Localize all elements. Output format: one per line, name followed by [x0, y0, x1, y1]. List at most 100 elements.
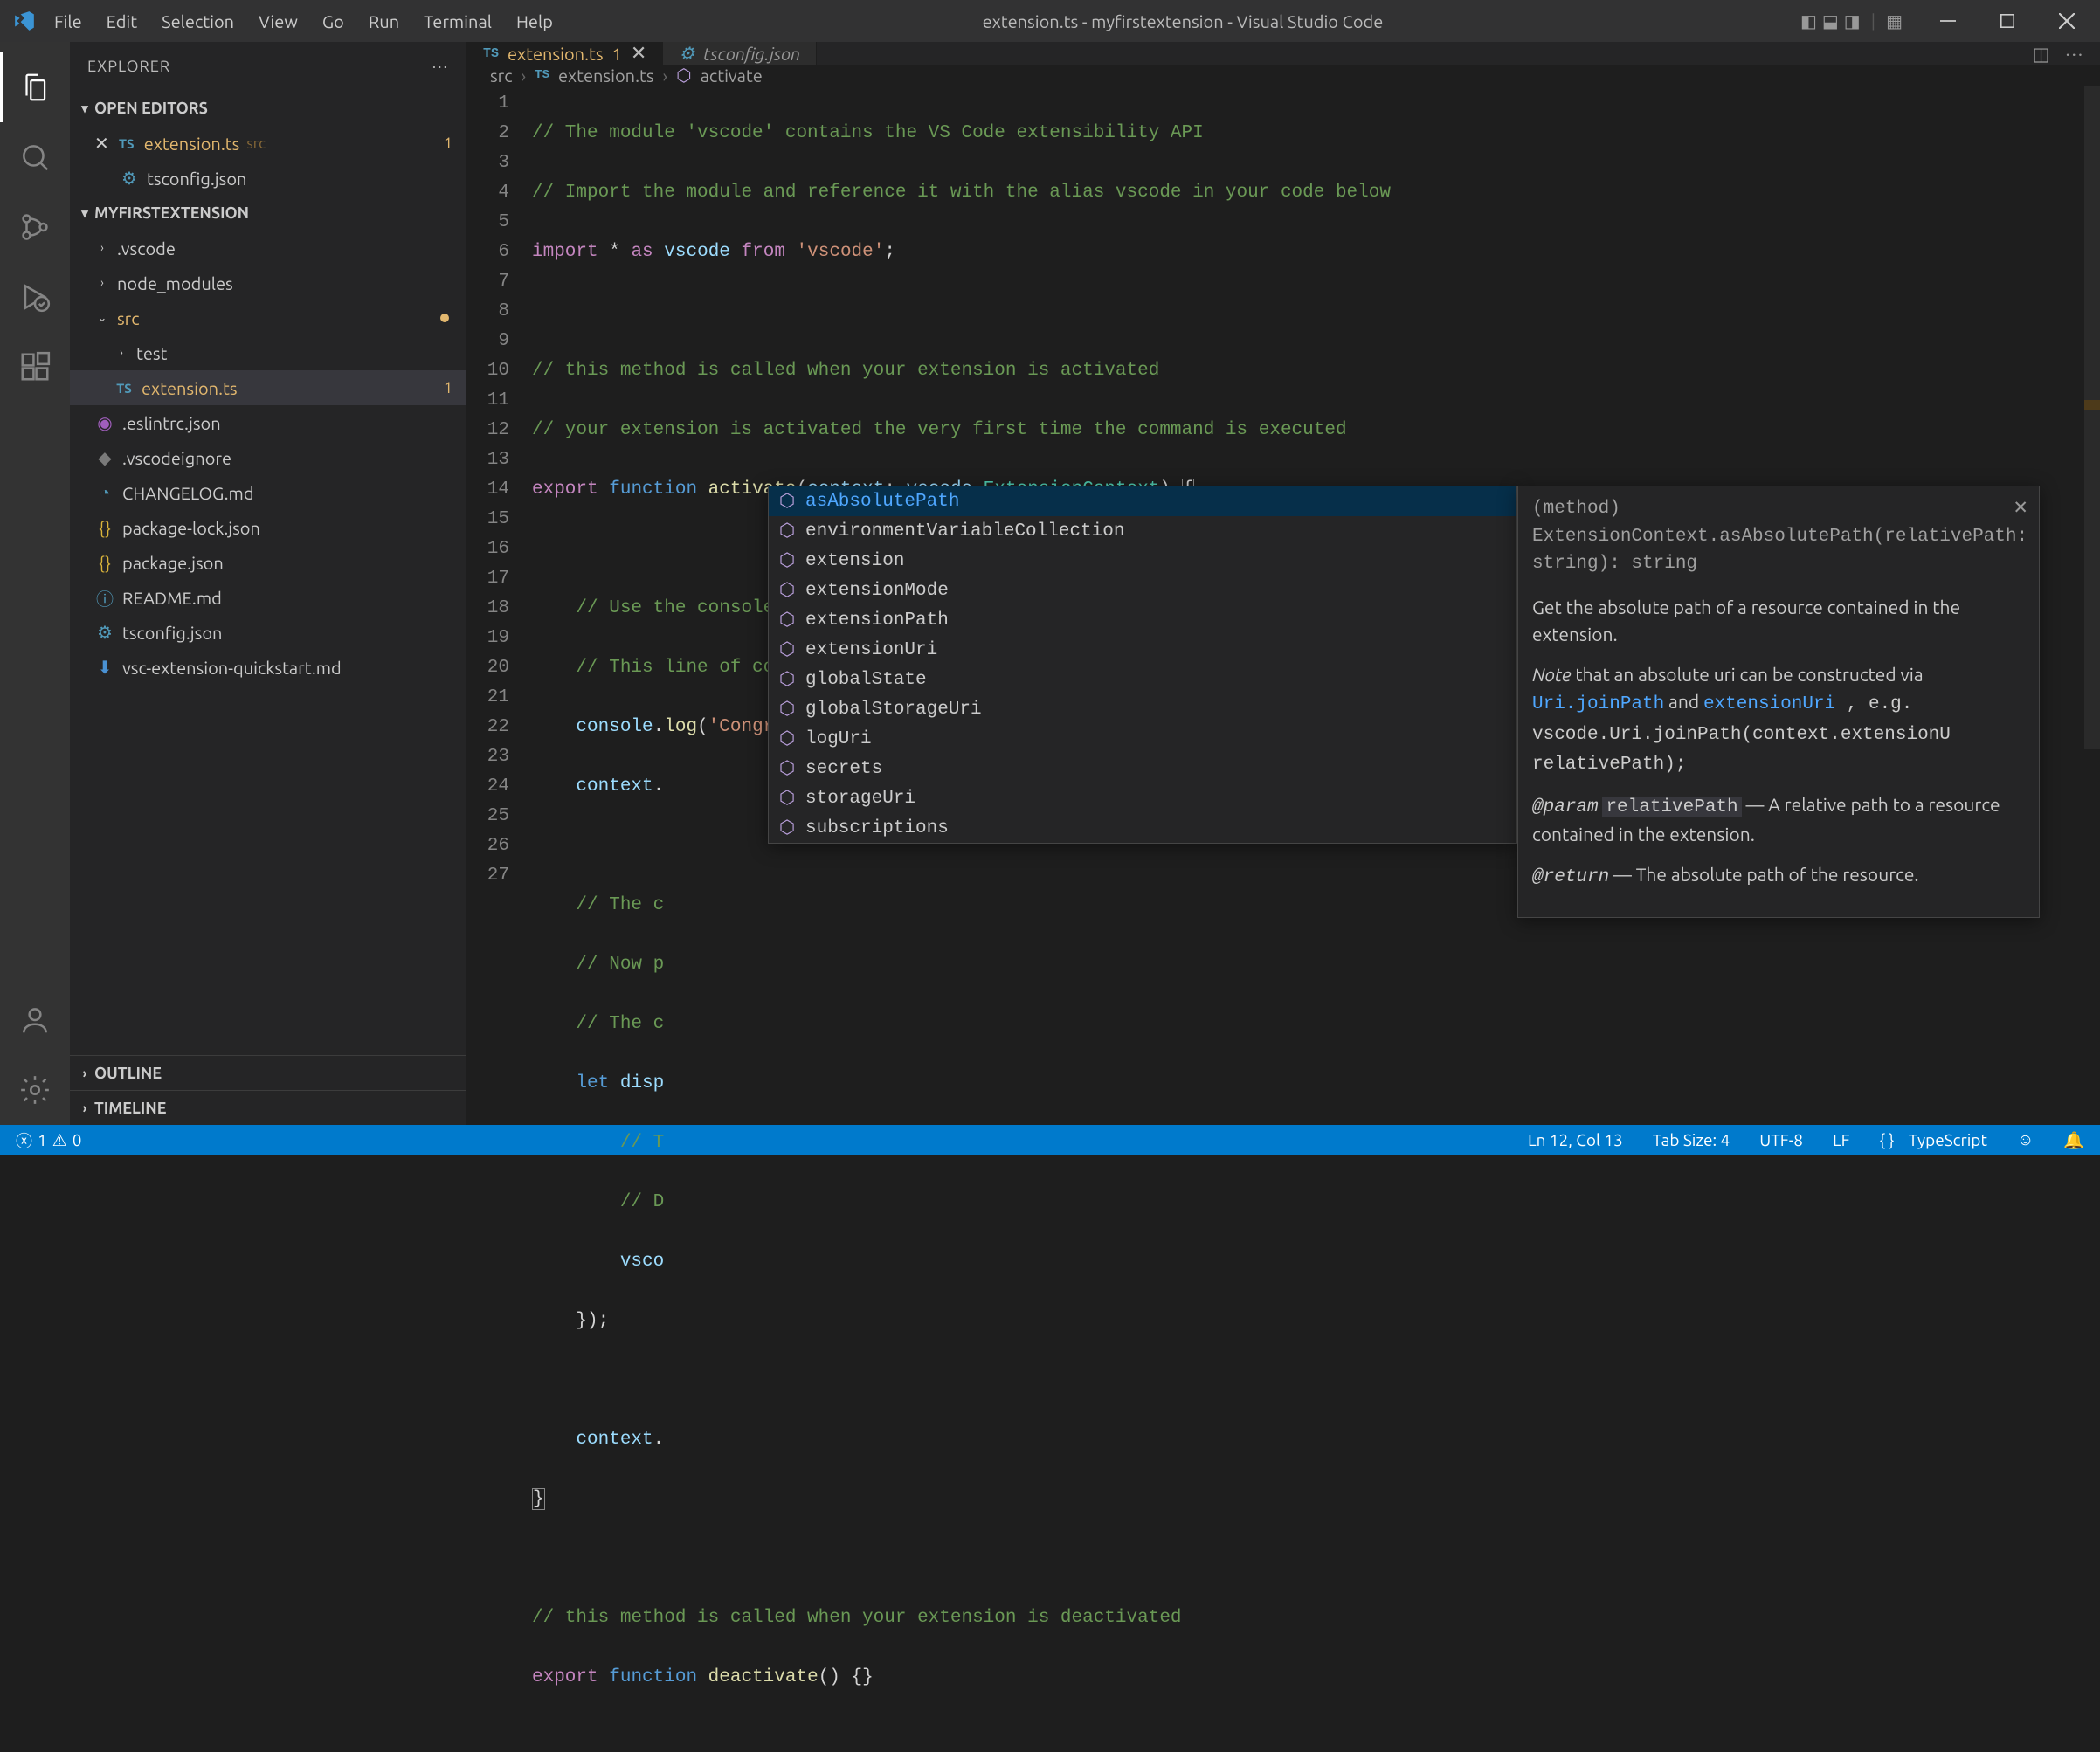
suggest-item[interactable]: ⬡extension: [769, 546, 1516, 576]
status-errors[interactable]: ⓧ1 ⚠0: [10, 1128, 87, 1152]
tree-file[interactable]: {}package.json: [70, 545, 466, 580]
chevron-down-icon: ⌄: [94, 312, 110, 325]
suggest-item[interactable]: ⬡secrets: [769, 754, 1516, 783]
chevron-right-icon: ›: [75, 1100, 94, 1115]
breadcrumb[interactable]: src› TS extension.ts› ⬡ activate: [467, 65, 2100, 86]
menu-bar: File Edit Selection View Go Run Terminal…: [42, 6, 565, 37]
download-icon: ⬇: [94, 657, 115, 678]
menu-terminal[interactable]: Terminal: [411, 6, 504, 37]
typescript-icon: TS: [483, 46, 499, 61]
menu-run[interactable]: Run: [356, 6, 411, 37]
section-project[interactable]: ▾ MYFIRSTEXTENSION: [70, 196, 466, 231]
chevron-down-icon: ▾: [75, 205, 94, 221]
markdown-icon: ◔: [94, 482, 115, 504]
tab-extension-ts[interactable]: TS extension.ts 1 ✕: [467, 42, 663, 65]
dirty-dot-icon: [440, 314, 449, 322]
more-icon[interactable]: ···: [2066, 43, 2085, 64]
section-open-editors[interactable]: ▾ OPEN EDITORS: [70, 91, 466, 126]
tree-file[interactable]: ◔CHANGELOG.md: [70, 475, 466, 510]
activity-extensions-icon[interactable]: [0, 332, 70, 402]
suggest-item[interactable]: ⬡environmentVariableCollection: [769, 516, 1516, 546]
tree-file[interactable]: ⬇vsc-extension-quickstart.md: [70, 650, 466, 685]
activity-scm-icon[interactable]: [0, 192, 70, 262]
menu-edit[interactable]: Edit: [94, 6, 149, 37]
suggest-item[interactable]: ⬡asAbsolutePath: [769, 486, 1516, 516]
property-icon: ⬡: [777, 549, 797, 572]
chevron-right-icon: ›: [94, 242, 110, 254]
suggest-item[interactable]: ⬡extensionMode: [769, 576, 1516, 605]
typescript-icon: TS: [535, 68, 549, 82]
eslint-icon: ◉: [94, 412, 115, 433]
tsconfig-icon: ⚙: [94, 622, 115, 643]
section-timeline[interactable]: ›TIMELINE: [70, 1090, 466, 1125]
editor-group: TS extension.ts 1 ✕ ⚙ tsconfig.json ◫ ··…: [467, 42, 2100, 1125]
menu-view[interactable]: View: [246, 6, 310, 37]
json-icon: {}: [94, 553, 115, 573]
property-icon: ⬡: [777, 787, 797, 810]
layout-right-icon[interactable]: ◨: [1844, 10, 1861, 31]
property-icon: ⬡: [777, 638, 797, 661]
suggest-item[interactable]: ⬡extensionPath: [769, 605, 1516, 635]
tree-folder[interactable]: ›test: [70, 335, 466, 370]
tree-file[interactable]: ⓘREADME.md: [70, 580, 466, 615]
suggest-item[interactable]: ⬡logUri: [769, 724, 1516, 754]
menu-file[interactable]: File: [42, 6, 94, 37]
window-minimize-icon[interactable]: [1922, 0, 1974, 42]
suggest-item[interactable]: ⬡storageUri: [769, 783, 1516, 813]
tree-file[interactable]: ⚙tsconfig.json: [70, 615, 466, 650]
close-icon[interactable]: ✕: [2013, 493, 2028, 521]
split-editor-icon[interactable]: ◫: [2033, 43, 2050, 65]
property-icon: ⬡: [777, 817, 797, 839]
intellisense-suggest[interactable]: ⬡asAbsolutePath ⬡environmentVariableColl…: [768, 486, 1517, 844]
tree-file[interactable]: {}package-lock.json: [70, 510, 466, 545]
property-icon: ⬡: [777, 579, 797, 602]
menu-help[interactable]: Help: [504, 6, 565, 37]
minimap[interactable]: [2084, 86, 2100, 749]
activity-account-icon[interactable]: [0, 985, 70, 1055]
property-icon: ⬡: [777, 520, 797, 542]
typescript-icon: TS: [116, 136, 137, 151]
tree-file[interactable]: ◆.vscodeignore: [70, 440, 466, 475]
suggest-item[interactable]: ⬡globalState: [769, 665, 1516, 694]
tree-file[interactable]: ◉.eslintrc.json: [70, 405, 466, 440]
more-icon[interactable]: ···: [432, 58, 449, 75]
layout-grid-icon[interactable]: ▦: [1886, 10, 1903, 31]
layout-left-icon[interactable]: ◧: [1800, 10, 1817, 31]
activity-debug-icon[interactable]: [0, 262, 70, 332]
open-editor-item[interactable]: ⚙ tsconfig.json: [70, 161, 466, 196]
method-icon: ⬡: [777, 490, 797, 513]
chevron-right-icon: ›: [94, 277, 110, 289]
activity-explorer-icon[interactable]: [0, 52, 70, 122]
tree-folder[interactable]: ›.vscode: [70, 231, 466, 266]
tree-folder-src[interactable]: ⌄src: [70, 300, 466, 335]
property-icon: ⬡: [777, 757, 797, 780]
menu-selection[interactable]: Selection: [149, 6, 246, 37]
suggest-item[interactable]: ⬡subscriptions: [769, 813, 1516, 843]
menu-go[interactable]: Go: [310, 6, 356, 37]
layout-bottom-icon[interactable]: ⬓: [1822, 10, 1839, 31]
chevron-right-icon: ›: [114, 347, 129, 359]
suggest-item[interactable]: ⬡extensionUri: [769, 635, 1516, 665]
tree-file-extension-ts[interactable]: TSextension.ts1: [70, 370, 466, 405]
window-maximize-icon[interactable]: [1981, 0, 2034, 42]
minimap-marker: [2084, 400, 2100, 410]
section-outline[interactable]: ›OUTLINE: [70, 1055, 466, 1090]
tree-folder[interactable]: ›node_modules: [70, 266, 466, 300]
activity-settings-icon[interactable]: [0, 1055, 70, 1125]
activity-search-icon[interactable]: [0, 122, 70, 192]
window-close-icon[interactable]: [2041, 0, 2093, 42]
title-bar: File Edit Selection View Go Run Terminal…: [0, 0, 2100, 42]
close-icon[interactable]: ✕: [94, 133, 109, 154]
method-icon: ⬡: [676, 65, 691, 86]
tsconfig-icon: ⚙: [679, 43, 694, 64]
code-editor[interactable]: 1234567891011121314151617181920212223242…: [467, 86, 2100, 1752]
tab-tsconfig[interactable]: ⚙ tsconfig.json: [663, 42, 817, 65]
tab-close-icon[interactable]: ✕: [631, 42, 646, 65]
open-editor-item[interactable]: ✕ TS extension.ts src 1: [70, 126, 466, 161]
window-title: extension.ts - myfirstextension - Visual…: [565, 11, 1800, 31]
property-icon: ⬡: [777, 668, 797, 691]
typescript-icon: TS: [114, 381, 135, 396]
readme-icon: ⓘ: [94, 585, 115, 610]
suggest-item[interactable]: ⬡globalStorageUri: [769, 694, 1516, 724]
vscode-logo-icon: [7, 10, 42, 32]
